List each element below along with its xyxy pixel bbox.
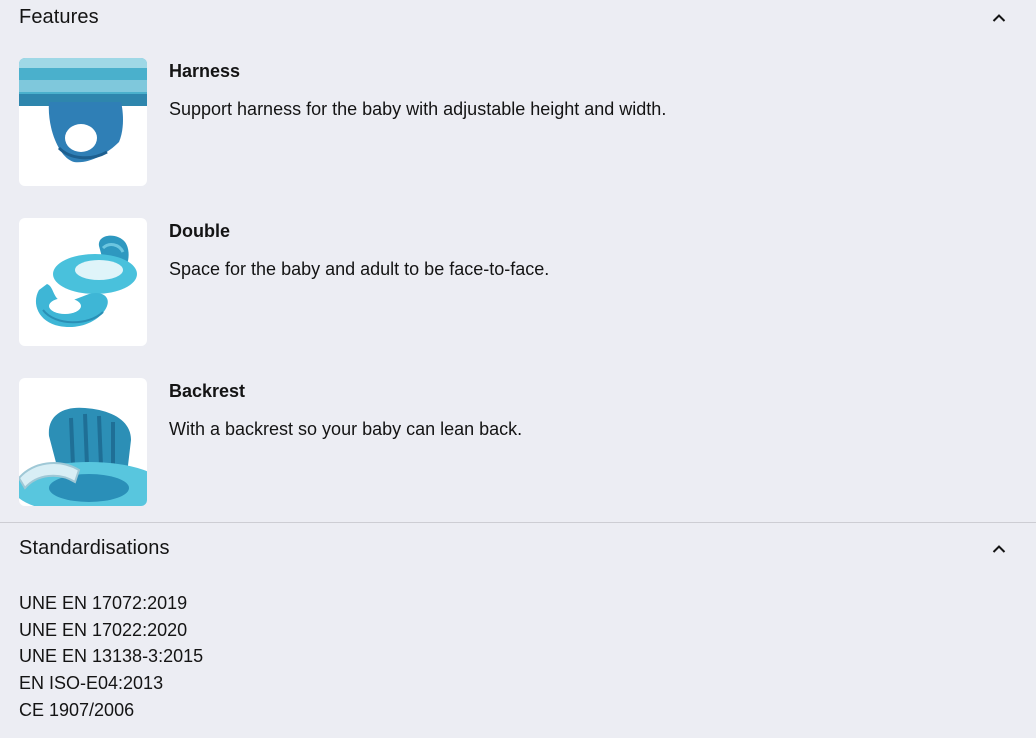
standardisations-header[interactable]: Standardisations	[0, 523, 1036, 573]
standard-item: UNE EN 17022:2020	[19, 619, 188, 640]
backrest-image	[19, 378, 147, 506]
double-float-image	[19, 218, 147, 346]
feature-title: Harness	[169, 61, 241, 81]
chevron-up-icon[interactable]	[991, 541, 1007, 557]
standard-item: CE 1907/2006	[19, 699, 135, 720]
features-title: Features	[19, 6, 99, 28]
feature-description: Support harness for the baby with adjust…	[169, 99, 667, 119]
harness-image	[19, 58, 147, 186]
standardisations-section: Standardisations UNE EN 17072:2019 UNE E…	[0, 523, 1036, 720]
standard-item: EN ISO-E04:2013	[19, 673, 164, 694]
standards-list: UNE EN 17072:2019 UNE EN 17022:2020 UNE …	[19, 590, 203, 724]
feature-title: Backrest	[169, 381, 246, 401]
standardisations-title: Standardisations	[19, 537, 170, 559]
feature-item-double: Double Space for the baby and adult to b…	[19, 218, 1009, 346]
standard-item: UNE EN 17072:2019	[19, 593, 188, 613]
feature-title: Double	[169, 221, 230, 241]
standard-item: UNE EN 13138-3:2015	[19, 646, 204, 667]
feature-item-harness: Harness Support harness for the baby wit…	[19, 58, 1009, 186]
feature-item-backrest: Backrest With a backrest so your baby ca…	[19, 378, 1009, 506]
features-section: Features Harness Support harness for the…	[0, 0, 1036, 523]
feature-description: With a backrest so your baby can lean ba…	[169, 419, 523, 439]
features-header[interactable]: Features	[0, 0, 1036, 36]
feature-description: Space for the baby and adult to be face-…	[169, 259, 550, 279]
chevron-up-icon[interactable]	[991, 10, 1007, 26]
